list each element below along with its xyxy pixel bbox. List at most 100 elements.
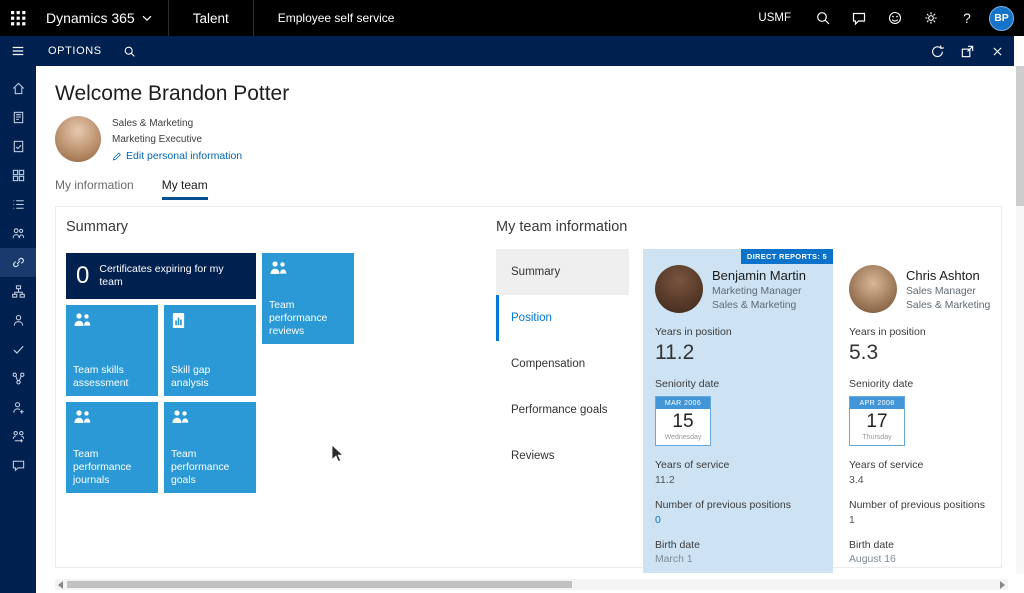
left-nav-rail [0, 66, 36, 593]
birth-date-value: March 1 [655, 554, 821, 565]
member-job-title: Sales Manager [906, 286, 990, 297]
nav-employees-icon[interactable] [0, 219, 36, 248]
help-button[interactable]: ? [949, 0, 985, 36]
tile-label: Team performance journals [73, 448, 151, 487]
scrollbar-corner [1014, 36, 1024, 66]
nav-home-icon[interactable] [0, 74, 36, 103]
edit-personal-information-link[interactable]: Edit personal information [112, 150, 242, 162]
user-photo-avatar [55, 116, 101, 162]
nav-person-icon[interactable] [0, 306, 36, 335]
calendar-month: APR 2008 [850, 397, 904, 409]
refresh-button[interactable] [922, 36, 952, 66]
member-avatar [849, 265, 897, 313]
search-icon [123, 45, 136, 58]
summary-title: Summary [66, 219, 490, 235]
expand-navigation-button[interactable] [0, 36, 36, 66]
tile-team-performance-goals[interactable]: Team performance goals [164, 402, 256, 493]
profile-info: Sales & Marketing Marketing Executive Ed… [112, 116, 242, 162]
member-identity: Benjamin Martin Marketing Manager Sales … [712, 265, 806, 313]
summary-panel: Summary 0 Certificates expiring for my t… [56, 219, 490, 567]
product-switcher[interactable]: Dynamics 365 [36, 10, 168, 26]
tile-label: Skill gap analysis [171, 364, 249, 390]
birth-date-value: August 16 [849, 554, 997, 565]
company-picker[interactable]: USMF [744, 12, 805, 24]
nav-messages-icon[interactable] [0, 451, 36, 480]
tab-my-team[interactable]: My team [162, 178, 208, 200]
nav-inventory-icon[interactable] [0, 161, 36, 190]
app-window: Dynamics 365 Talent Employee self servic… [0, 0, 1024, 593]
page-tabs: My information My team [36, 178, 1024, 200]
team-nav-compensation[interactable]: Compensation [496, 341, 629, 387]
previous-positions-value: 1 [849, 514, 997, 526]
vertical-scrollbar[interactable] [1016, 66, 1024, 574]
team-title: My team information [496, 219, 1001, 235]
options-menu[interactable]: OPTIONS [36, 36, 114, 66]
tile-team-performance-reviews[interactable]: Team performance reviews [262, 253, 354, 344]
team-member-cards: DIRECT REPORTS: 5 Benjamin Martin Market… [643, 249, 1001, 573]
nav-report-check-icon[interactable] [0, 132, 36, 161]
profile-summary: Sales & Marketing Marketing Executive Ed… [55, 116, 1024, 162]
vertical-scrollbar-thumb[interactable] [1016, 66, 1024, 206]
years-in-position-value: 5.3 [849, 341, 997, 365]
open-in-new-window-button[interactable] [952, 36, 982, 66]
tab-my-information[interactable]: My information [55, 178, 134, 200]
seniority-date-label: Seniority date [655, 378, 821, 390]
nav-person-add-icon[interactable] [0, 393, 36, 422]
feedback-button[interactable] [877, 0, 913, 36]
team-panel: My team information Summary Position Com… [490, 219, 1001, 567]
horizontal-scrollbar[interactable] [55, 579, 1008, 590]
member-avatar [655, 265, 703, 313]
years-in-position-label: Years in position [849, 326, 997, 338]
nav-journal-icon[interactable] [0, 103, 36, 132]
nav-people-transfer-icon[interactable] [0, 422, 36, 451]
app-name[interactable]: Talent [169, 11, 253, 26]
direct-reports-badge: DIRECT REPORTS: 5 [741, 249, 833, 264]
member-card-benjamin-martin[interactable]: DIRECT REPORTS: 5 Benjamin Martin Market… [643, 249, 833, 573]
birth-date-label: Birth date [655, 539, 821, 551]
years-in-position-value: 11.2 [655, 341, 821, 365]
scroll-right-arrow-icon[interactable] [1000, 581, 1005, 589]
nav-approvals-icon[interactable] [0, 335, 36, 364]
tile-certificates-expiring[interactable]: 0 Certificates expiring for my team [66, 253, 256, 299]
actionbar-search-button[interactable] [114, 36, 146, 66]
people-icon [73, 409, 93, 425]
tile-team-performance-journals[interactable]: Team performance journals [66, 402, 158, 493]
previous-positions-value[interactable]: 0 [655, 514, 821, 526]
tile-grid: 0 Certificates expiring for my team Team… [66, 253, 490, 499]
member-department: Sales & Marketing [712, 300, 806, 311]
years-of-service-label: Years of service [849, 459, 997, 471]
settings-button[interactable] [913, 0, 949, 36]
message-icon [851, 10, 867, 26]
user-avatar[interactable]: BP [989, 6, 1014, 31]
app-launcher-button[interactable] [0, 0, 36, 36]
people-icon [73, 312, 93, 328]
popout-icon [960, 44, 975, 59]
messages-button[interactable] [841, 0, 877, 36]
tile-skill-gap-analysis[interactable]: Skill gap analysis [164, 305, 256, 396]
horizontal-scrollbar-thumb[interactable] [67, 581, 572, 588]
team-nav-reviews[interactable]: Reviews [496, 433, 629, 479]
nav-org-structure-icon[interactable] [0, 277, 36, 306]
certificates-count: 0 [76, 262, 89, 290]
nav-links-icon[interactable] [0, 248, 36, 277]
smiley-icon [887, 10, 903, 26]
product-name: Dynamics 365 [46, 10, 135, 26]
edit-link-label: Edit personal information [126, 150, 242, 162]
page-title: Welcome Brandon Potter [55, 82, 1024, 106]
content-card: Summary 0 Certificates expiring for my t… [55, 206, 1002, 568]
nav-list-icon[interactable] [0, 190, 36, 219]
tile-label: Team performance goals [171, 448, 249, 487]
team-nav-position[interactable]: Position [496, 295, 629, 341]
team-nav-performance-goals[interactable]: Performance goals [496, 387, 629, 433]
member-card-chris-ashton[interactable]: Chris Ashton Sales Manager Sales & Marke… [841, 249, 1001, 573]
search-button[interactable] [805, 0, 841, 36]
nav-workflow-icon[interactable] [0, 364, 36, 393]
team-nav-summary[interactable]: Summary [496, 249, 629, 295]
scroll-left-arrow-icon[interactable] [58, 581, 63, 589]
department-label: Sales & Marketing [112, 118, 242, 129]
member-name: Benjamin Martin [712, 268, 806, 283]
seniority-date-calendar: APR 2008 17 Thursday [849, 396, 905, 446]
tile-team-skills-assessment[interactable]: Team skills assessment [66, 305, 158, 396]
team-body: Summary Position Compensation Performanc… [496, 249, 1001, 573]
close-button[interactable] [982, 36, 1012, 66]
